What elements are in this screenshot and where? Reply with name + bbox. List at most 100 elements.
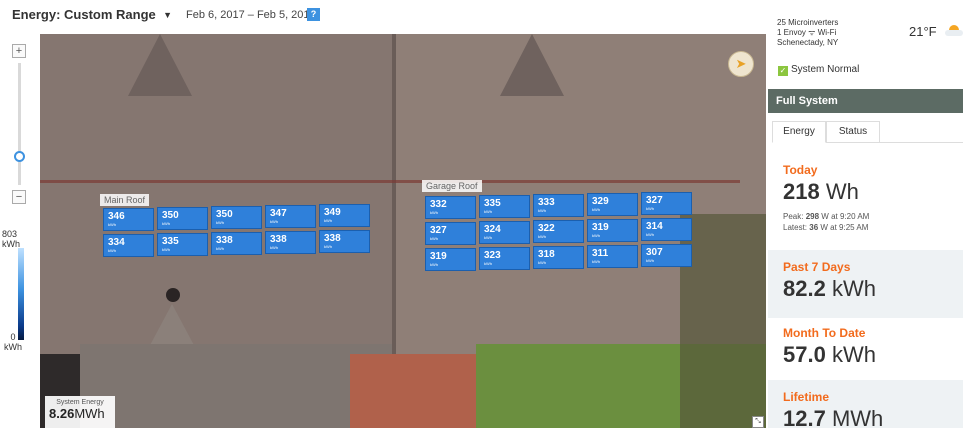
solar-panel[interactable]: 338 kWh bbox=[319, 230, 370, 253]
stat-today-label: Today bbox=[783, 163, 818, 177]
solar-panel[interactable]: 334 kWh bbox=[103, 234, 154, 257]
solar-panel[interactable]: 333 kWh bbox=[533, 194, 584, 217]
solar-panel[interactable]: 322 kWh bbox=[533, 220, 584, 243]
solar-panel[interactable]: 335 kWh bbox=[157, 233, 208, 256]
panel-energy-value: 327 bbox=[646, 195, 663, 206]
partly-sunny-icon bbox=[945, 25, 963, 36]
stat-month-label: Month To Date bbox=[783, 326, 866, 340]
panel-energy-unit: kWh bbox=[324, 218, 332, 223]
stat-today-latest: Latest: 36 W at 9:25 AM bbox=[783, 222, 948, 233]
location-text: Schenectady, NY bbox=[777, 38, 839, 47]
panel-energy-value: 307 bbox=[646, 247, 663, 258]
tab-status[interactable]: Status bbox=[826, 121, 880, 143]
legend-max-value: 803 bbox=[2, 229, 18, 239]
solar-panel[interactable]: 318 kWh bbox=[533, 246, 584, 269]
panel-energy-value: 314 bbox=[646, 221, 663, 232]
solar-panel[interactable]: 307 kWh bbox=[641, 244, 692, 267]
stat-today-unit: Wh bbox=[825, 179, 859, 204]
section-header: Full System bbox=[768, 89, 963, 113]
roof-dormer bbox=[128, 34, 192, 96]
energy-legend-bar bbox=[18, 248, 24, 340]
roof-main-image bbox=[40, 34, 392, 364]
panel-energy-unit: kWh bbox=[108, 222, 116, 227]
stat-month-unit: kWh bbox=[831, 342, 876, 367]
sidebar-tabs: Energy Status bbox=[772, 121, 963, 143]
panel-energy-value: 319 bbox=[430, 251, 447, 262]
solar-panel[interactable]: 346 kWh bbox=[103, 208, 154, 231]
peak-prefix: Peak: bbox=[783, 212, 804, 221]
stat-month-to-date: Month To Date 57.0 kWh bbox=[768, 318, 963, 380]
panel-energy-unit: kWh bbox=[592, 233, 600, 238]
panel-energy-unit: kWh bbox=[646, 232, 654, 237]
solar-panel[interactable]: 311 kWh bbox=[587, 245, 638, 268]
envoy-connection: Wi-Fi bbox=[817, 28, 837, 37]
panel-energy-unit: kWh bbox=[324, 244, 332, 249]
compass-icon[interactable]: ➤ bbox=[728, 51, 754, 77]
array-label-garage-roof: Garage Roof bbox=[422, 180, 482, 192]
panel-energy-unit: kWh bbox=[538, 260, 546, 265]
solar-panel[interactable]: 323 kWh bbox=[479, 247, 530, 270]
solar-panel[interactable]: 314 kWh bbox=[641, 218, 692, 241]
solar-panel[interactable]: 347 kWh bbox=[265, 205, 316, 228]
solar-panel[interactable]: 319 kWh bbox=[425, 248, 476, 271]
legend-max-label: 803 kWh bbox=[2, 229, 20, 249]
roof-dormer bbox=[500, 34, 564, 96]
calendar-icon[interactable]: ? bbox=[307, 8, 320, 21]
panel-energy-value: 318 bbox=[538, 249, 555, 260]
panel-energy-value: 322 bbox=[538, 223, 555, 234]
solar-panel[interactable]: 349 kWh bbox=[319, 204, 370, 227]
solar-panel[interactable]: 335 kWh bbox=[479, 195, 530, 218]
energy-range-select[interactable]: Energy: Custom Range ▼ bbox=[12, 7, 174, 27]
peak-suffix: W at 9:20 AM bbox=[821, 212, 870, 221]
satellite-map[interactable]: ➤ Main Roof Garage Roof 346 kWh 350 kWh 350 k… bbox=[40, 34, 766, 428]
solar-panel[interactable]: 327 kWh bbox=[641, 192, 692, 215]
zoom-slider-handle[interactable] bbox=[14, 151, 25, 162]
solar-panel[interactable]: 319 kWh bbox=[587, 219, 638, 242]
brick-patio-image bbox=[350, 354, 476, 428]
expand-icon[interactable]: ⤡ bbox=[752, 416, 764, 428]
panel-energy-value: 346 bbox=[108, 211, 125, 222]
zoom-slider-track[interactable] bbox=[18, 63, 21, 185]
stat-today-value: 218 bbox=[783, 179, 820, 204]
panel-energy-value: 338 bbox=[324, 233, 341, 244]
lower-roof-image bbox=[80, 344, 392, 428]
panel-energy-value: 319 bbox=[592, 222, 609, 233]
panel-energy-value: 338 bbox=[270, 234, 287, 245]
solar-panel[interactable]: 324 kWh bbox=[479, 221, 530, 244]
stat-past-7-days: Past 7 Days 82.2 kWh bbox=[768, 250, 963, 318]
app-root: Energy: Custom Range ▼ Feb 6, 2017 – Feb… bbox=[0, 0, 963, 428]
solar-panel[interactable]: 338 kWh bbox=[211, 232, 262, 255]
solar-panel[interactable]: 350 kWh bbox=[211, 206, 262, 229]
panel-energy-unit: kWh bbox=[162, 221, 170, 226]
system-energy-unit: MWh bbox=[74, 406, 105, 421]
roof-divider bbox=[392, 34, 396, 364]
panel-energy-value: 323 bbox=[484, 250, 501, 261]
latest-prefix: Latest: bbox=[783, 223, 808, 232]
roof-vent bbox=[166, 288, 180, 302]
panel-energy-unit: kWh bbox=[270, 219, 278, 224]
wifi-icon: ᯤ bbox=[808, 28, 816, 37]
solar-panel[interactable]: 338 kWh bbox=[265, 231, 316, 254]
microinverter-count: 25 Microinverters bbox=[777, 18, 839, 27]
panel-energy-value: 327 bbox=[430, 225, 447, 236]
panel-energy-unit: kWh bbox=[538, 234, 546, 239]
zoom-out-button[interactable]: − bbox=[12, 190, 26, 204]
tab-energy[interactable]: Energy bbox=[772, 121, 826, 143]
caret-down-icon: ▼ bbox=[163, 10, 172, 20]
panel-energy-unit: kWh bbox=[216, 220, 224, 225]
panel-energy-unit: kWh bbox=[108, 248, 116, 253]
panel-energy-unit: kWh bbox=[592, 259, 600, 264]
panel-energy-value: 350 bbox=[162, 210, 179, 221]
zoom-in-button[interactable]: + bbox=[12, 44, 26, 58]
solar-panel[interactable]: 332 kWh bbox=[425, 196, 476, 219]
panel-energy-unit: kWh bbox=[592, 207, 600, 212]
solar-panel[interactable]: 329 kWh bbox=[587, 193, 638, 216]
solar-panel[interactable]: 327 kWh bbox=[425, 222, 476, 245]
system-status: ✓ System Normal bbox=[778, 64, 859, 76]
zoom-legend-strip: + − 803 kWh 0 kWh bbox=[0, 34, 40, 428]
roof-ridge-line bbox=[40, 180, 740, 183]
solar-panel[interactable]: 350 kWh bbox=[157, 207, 208, 230]
stat-lifetime-label: Lifetime bbox=[783, 390, 830, 404]
latest-suffix: W at 9:25 AM bbox=[820, 223, 869, 232]
panel-energy-value: 334 bbox=[108, 237, 125, 248]
